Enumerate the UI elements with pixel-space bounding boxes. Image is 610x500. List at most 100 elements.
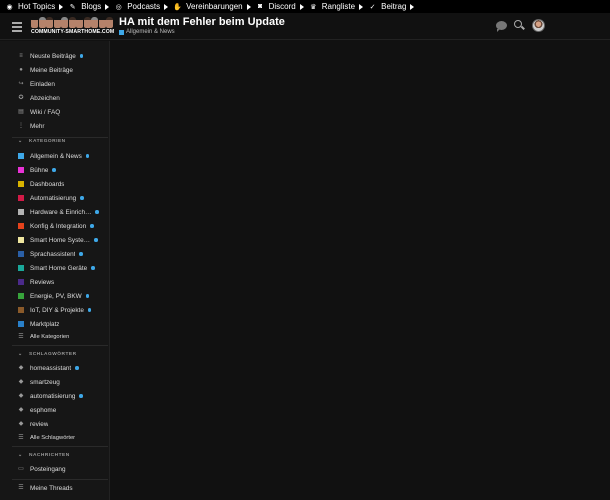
topbar-item-vereinbarungen[interactable]: ✋ Vereinbarungen bbox=[173, 2, 251, 11]
unread-dot bbox=[87, 308, 92, 312]
caret-right-icon bbox=[359, 3, 364, 10]
sidebar-item-label: Energie, PV, BKW bbox=[30, 292, 82, 300]
tag-icon: ◆ bbox=[18, 393, 24, 399]
chat-icon[interactable] bbox=[496, 21, 507, 32]
sidebar-divider bbox=[12, 479, 108, 480]
user-icon: ● bbox=[19, 67, 23, 73]
trophy-icon: ♛ bbox=[310, 3, 317, 11]
layers-icon: ≡ bbox=[19, 53, 23, 59]
unread-dot bbox=[85, 154, 90, 158]
unread-dot bbox=[79, 252, 83, 256]
sidebar-item-label: esphome bbox=[30, 406, 57, 414]
sidebar-item-label: Posteingang bbox=[30, 465, 66, 473]
badge-icon: ✪ bbox=[18, 95, 24, 101]
sidebar-tag-3[interactable]: ◆ esphome bbox=[0, 403, 109, 417]
threads-icon: ☰ bbox=[18, 485, 24, 491]
main-content bbox=[111, 41, 610, 500]
fire-icon: ◉ bbox=[6, 3, 13, 11]
all-tags-link[interactable]: ☰ Alle Schlagwörter bbox=[0, 431, 109, 445]
sidebar-tag-1[interactable]: ◆ smartzeug bbox=[0, 375, 109, 389]
tags-heading[interactable]: ⌄ SCHLAGWÖRTER bbox=[0, 349, 109, 359]
topic-category-badge[interactable]: Allgemein & News bbox=[119, 29, 175, 35]
sidebar-category-2[interactable]: Dashboards bbox=[0, 177, 109, 191]
topic-header: COMMUNITY-SMARTHOME.COM HA mit dem Fehle… bbox=[0, 13, 610, 40]
sidebar-category-9[interactable]: Reviews bbox=[0, 275, 109, 289]
sidebar-category-3[interactable]: Automatisierung bbox=[0, 191, 109, 205]
site-logo[interactable]: COMMUNITY-SMARTHOME.COM bbox=[31, 17, 116, 37]
section-heading-label: SCHLAGWÖRTER bbox=[29, 351, 77, 357]
sidebar-item-label: review bbox=[30, 420, 49, 428]
caret-right-icon bbox=[299, 3, 304, 10]
tag-icon: ◆ bbox=[18, 421, 24, 427]
sidebar-tag-4[interactable]: ◆ review bbox=[0, 417, 109, 431]
logo-text: COMMUNITY-SMARTHOME.COM bbox=[31, 29, 115, 35]
all-categories-link[interactable]: ☰ Alle Kategorien bbox=[0, 330, 109, 344]
sidebar-item-label: IoT, DIY & Projekte bbox=[30, 306, 84, 314]
topbar-item-blogs[interactable]: ✎ Blogs bbox=[68, 2, 110, 11]
search-icon[interactable] bbox=[514, 20, 525, 30]
user-avatar[interactable] bbox=[532, 19, 545, 32]
sidebar-category-5[interactable]: Konfig & Integration bbox=[0, 219, 109, 233]
category-color-square bbox=[18, 195, 24, 201]
messages-heading[interactable]: ⌄ NACHRICHTEN bbox=[0, 450, 109, 460]
sidebar-item-label: Smart Home Geräte bbox=[30, 264, 88, 272]
sidebar-divider bbox=[12, 446, 108, 447]
share-icon: ↪ bbox=[18, 81, 24, 87]
topic-category-label: Allgemein & News bbox=[126, 29, 175, 35]
sidebar-category-1[interactable]: Bühne bbox=[0, 163, 109, 177]
sidebar-category-7[interactable]: Sprachassistent bbox=[0, 247, 109, 261]
caret-right-icon bbox=[164, 3, 169, 10]
unread-dot bbox=[80, 196, 84, 200]
sidebar-my-threads[interactable]: ☰ Meine Threads bbox=[0, 481, 109, 495]
section-heading-label: KATEGORIEN bbox=[29, 138, 66, 144]
topbar-item-discord[interactable]: ◙ Discord bbox=[256, 2, 304, 11]
topbar-item-label: Hot Topics bbox=[18, 2, 56, 11]
category-color-square bbox=[18, 209, 24, 215]
section-heading-label: NACHRICHTEN bbox=[29, 452, 70, 458]
discord-icon: ◙ bbox=[258, 3, 263, 10]
topbar-item-beitrag[interactable]: ✓ Beitrag bbox=[368, 2, 415, 11]
sidebar-item-3[interactable]: ✪ Abzeichen bbox=[0, 91, 109, 105]
sidebar-category-6[interactable]: Smart Home Syste… bbox=[0, 233, 109, 247]
sidebar-item-2[interactable]: ↪ Einladen bbox=[0, 77, 109, 91]
unread-dot bbox=[95, 210, 99, 214]
sidebar-category-4[interactable]: Hardware & Einrich… bbox=[0, 205, 109, 219]
sidebar-item-label: Mehr bbox=[30, 122, 45, 130]
sidebar-category-12[interactable]: Marktplatz bbox=[0, 317, 109, 331]
hamburger-menu-icon[interactable] bbox=[12, 22, 22, 32]
sidebar-divider bbox=[12, 345, 108, 346]
category-color-square bbox=[18, 265, 24, 271]
sidebar-item-label: Marktplatz bbox=[30, 320, 60, 328]
chevron-down-icon: ⌄ bbox=[18, 351, 23, 357]
sidebar-item-0[interactable]: ≡ Neuste Beiträge bbox=[0, 49, 109, 63]
sidebar-item-label: Reviews bbox=[30, 278, 55, 286]
logo-faces bbox=[31, 17, 116, 28]
category-color-square bbox=[18, 153, 24, 159]
sidebar-item-label: Konfig & Integration bbox=[30, 222, 87, 230]
category-color-square bbox=[18, 251, 24, 257]
list-icon: ☰ bbox=[18, 334, 24, 340]
categories-heading[interactable]: ⌄ KATEGORIEN bbox=[0, 136, 109, 146]
topbar-item-label: Beitrag bbox=[381, 2, 407, 11]
sidebar-inbox[interactable]: ▭ Posteingang bbox=[0, 462, 109, 476]
sidebar-item-1[interactable]: ● Meine Beiträge bbox=[0, 63, 109, 77]
sidebar-item-label: Dashboards bbox=[30, 180, 65, 188]
sidebar-item-label: Meine Threads bbox=[30, 484, 73, 492]
sidebar-category-0[interactable]: Allgemein & News bbox=[0, 149, 109, 163]
category-color-square bbox=[18, 181, 24, 187]
sidebar-category-8[interactable]: Smart Home Geräte bbox=[0, 261, 109, 275]
topic-title[interactable]: HA mit dem Fehler beim Update bbox=[119, 16, 285, 28]
topbar-item-rangliste[interactable]: ♛ Rangliste bbox=[309, 2, 364, 11]
sidebar-item-4[interactable]: ▤ Wiki / FAQ bbox=[0, 105, 109, 119]
sidebar-tag-0[interactable]: ◆ homeassistant bbox=[0, 361, 109, 375]
category-color-square bbox=[18, 237, 24, 243]
sidebar-item-label: smartzeug bbox=[30, 378, 60, 386]
topbar-item-podcasts[interactable]: ◎ Podcasts bbox=[114, 2, 169, 11]
sidebar-category-10[interactable]: Energie, PV, BKW bbox=[0, 289, 109, 303]
unread-dot bbox=[85, 294, 90, 298]
sidebar-tag-2[interactable]: ◆ automatisierung bbox=[0, 389, 109, 403]
topbar-item-hot-topics[interactable]: ◉ Hot Topics bbox=[5, 2, 64, 11]
sidebar-category-11[interactable]: IoT, DIY & Projekte bbox=[0, 303, 109, 317]
sidebar-item-5[interactable]: ⋮ Mehr bbox=[0, 119, 109, 133]
unread-dot bbox=[75, 366, 79, 370]
